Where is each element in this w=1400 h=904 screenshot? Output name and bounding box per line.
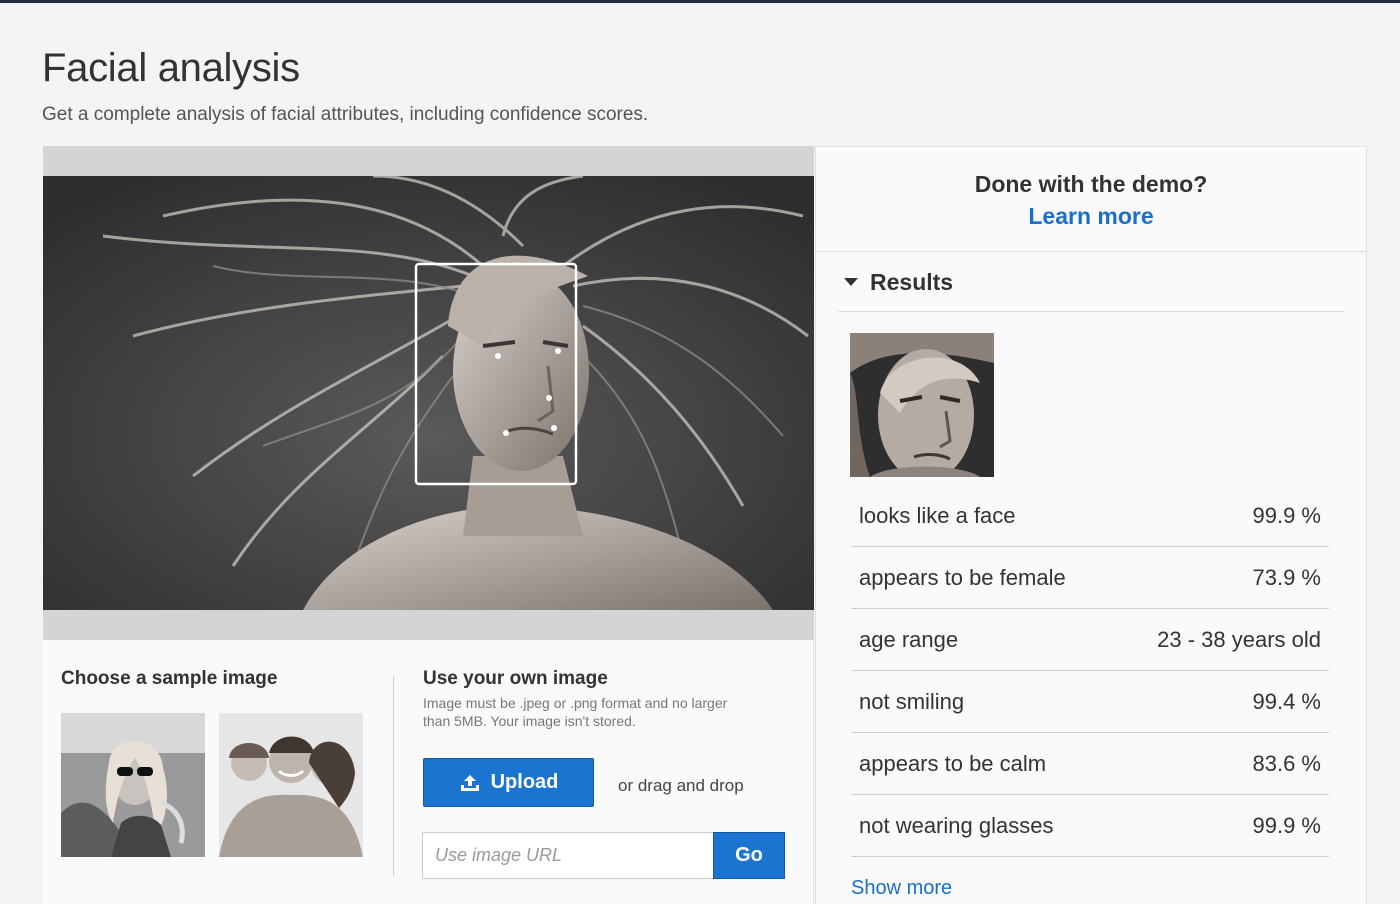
top-rule bbox=[0, 0, 1400, 3]
result-value: 99.4 % bbox=[1252, 688, 1322, 714]
show-more-link[interactable]: Show more bbox=[851, 877, 952, 900]
result-value: 99.9 % bbox=[1252, 502, 1322, 528]
analyzed-image bbox=[43, 176, 814, 610]
result-row: not wearing glasses 99.9 % bbox=[851, 795, 1329, 857]
own-image-description: Image must be .jpeg or .png format and n… bbox=[423, 695, 728, 729]
result-label: appears to be calm bbox=[859, 750, 1047, 776]
result-label: not smiling bbox=[859, 688, 965, 714]
result-value: 83.6 % bbox=[1252, 750, 1322, 776]
result-row: appears to be female 73.9 % bbox=[851, 547, 1329, 609]
analysis-panel: Choose a sample image Use your own image… bbox=[43, 146, 814, 904]
learn-more-link[interactable]: Learn more bbox=[816, 203, 1366, 230]
result-row: looks like a face 99.9 % bbox=[851, 485, 1329, 547]
upload-label: Upload bbox=[490, 771, 559, 793]
caret-down-icon bbox=[844, 278, 858, 286]
sample-images-title: Choose a sample image bbox=[61, 668, 278, 689]
result-label: appears to be female bbox=[859, 564, 1066, 590]
sample-image-woman-sunglasses[interactable] bbox=[61, 713, 205, 857]
result-label: not wearing glasses bbox=[859, 812, 1054, 838]
result-value: 73.9 % bbox=[1252, 564, 1322, 590]
result-value: 99.9 % bbox=[1252, 812, 1322, 838]
result-label: looks like a face bbox=[859, 502, 1016, 528]
page-subtitle: Get a complete analysis of facial attrib… bbox=[42, 104, 649, 125]
upload-icon bbox=[460, 774, 479, 791]
results-toggle[interactable]: Results bbox=[838, 267, 1344, 312]
detected-face-thumbnail bbox=[850, 333, 994, 477]
demo-question: Done with the demo? bbox=[974, 171, 1208, 197]
result-label: age range bbox=[859, 626, 959, 652]
options-divider bbox=[393, 676, 394, 876]
result-row: age range 23 - 38 years old bbox=[851, 609, 1329, 671]
panel-divider bbox=[816, 251, 1366, 252]
result-value: 23 - 38 years old bbox=[1157, 626, 1321, 652]
result-row: appears to be calm 83.6 % bbox=[851, 733, 1329, 795]
page-title: Facial analysis bbox=[42, 46, 300, 90]
results-title: Results bbox=[870, 269, 954, 295]
upload-button[interactable]: Upload bbox=[423, 758, 594, 807]
image-url-input[interactable] bbox=[422, 832, 714, 879]
result-row: not smiling 99.4 % bbox=[851, 671, 1329, 733]
go-button[interactable]: Go bbox=[713, 832, 785, 879]
own-image-title: Use your own image bbox=[423, 668, 608, 689]
image-stage bbox=[43, 146, 814, 640]
sample-image-group[interactable] bbox=[219, 713, 363, 857]
results-panel: Done with the demo? Learn more Results l… bbox=[815, 146, 1367, 904]
drag-drop-text: or drag and drop bbox=[618, 776, 744, 795]
